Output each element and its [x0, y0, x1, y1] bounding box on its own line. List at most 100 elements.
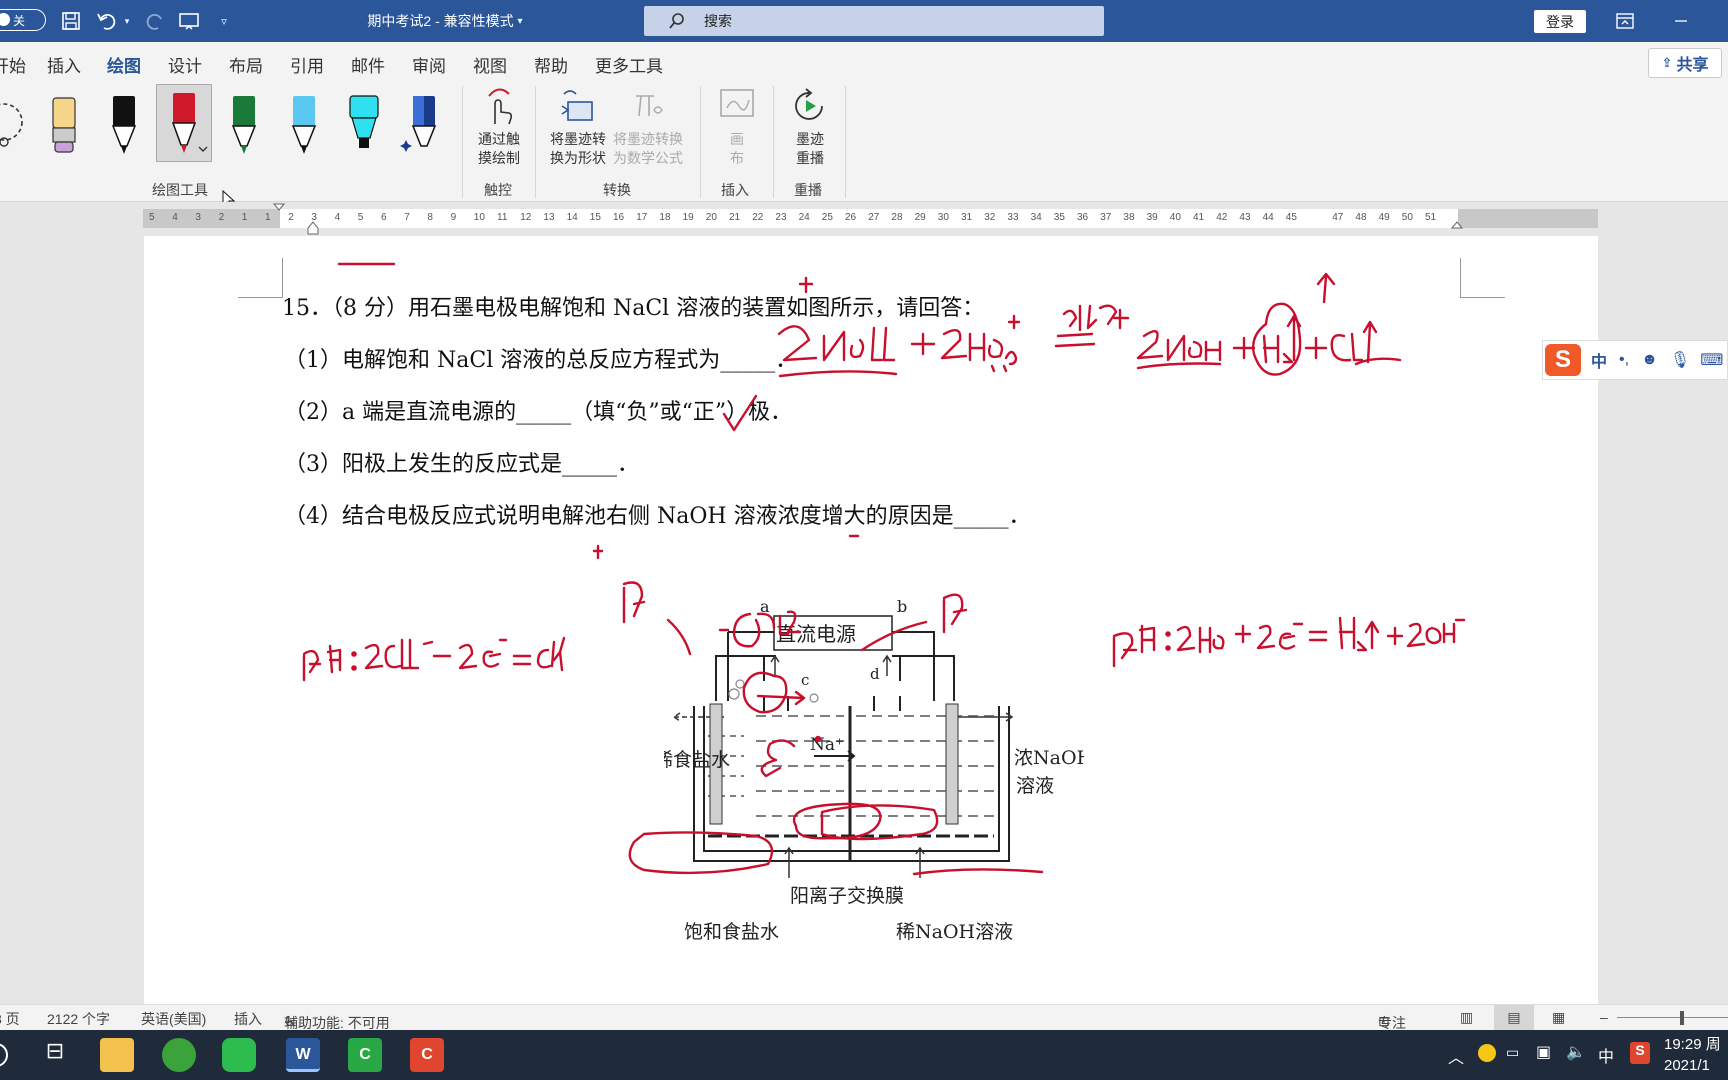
language-status[interactable]: 英语(美国): [141, 1009, 206, 1029]
ruler-number: 33: [1007, 212, 1019, 223]
canvas-icon: [700, 86, 774, 130]
ruler-number: 30: [937, 212, 949, 223]
share-label: 共享: [1676, 57, 1709, 74]
pen-red-selected-icon[interactable]: [156, 84, 212, 162]
ruler-number: 22: [752, 212, 764, 223]
ink-to-shape-button[interactable]: 将墨迹转换为形状: [542, 86, 614, 168]
present-icon[interactable]: [176, 0, 202, 42]
undo-icon[interactable]: [94, 0, 120, 42]
ime-emoji-icon[interactable]: ☻: [1641, 351, 1658, 369]
tab-review[interactable]: 审阅: [412, 52, 446, 77]
cortana-icon[interactable]: [0, 1043, 8, 1067]
autosave-toggle[interactable]: 关: [0, 9, 46, 31]
zoom-slider-thumb[interactable]: [1680, 1011, 1684, 1025]
title-dropdown-icon[interactable]: ▾: [518, 16, 523, 27]
search-icon: [668, 12, 686, 33]
ruler-number: 5: [357, 212, 364, 223]
highlighter-cyan-icon[interactable]: [340, 88, 388, 160]
insert-mode-status[interactable]: 插入: [234, 1009, 262, 1029]
camtasia-red-icon[interactable]: C: [410, 1038, 444, 1072]
ruler-number: 51: [1425, 212, 1437, 223]
tray-chevron-icon[interactable]: ︿: [1448, 1044, 1464, 1068]
draw-with-touch-button[interactable]: 通过触摸绘制: [463, 86, 535, 168]
ime-mode-label[interactable]: 中: [1591, 348, 1607, 372]
tab-help[interactable]: 帮助: [534, 52, 568, 77]
canvas-button[interactable]: 画布: [700, 86, 774, 168]
document-page[interactable]: 15．（8 分）用石墨电极电解饱和 NaCl 溶液的装置如图所示，请回答： （1…: [144, 236, 1598, 1004]
ink-replay-button[interactable]: 墨迹重播: [773, 86, 847, 168]
camtasia-green-icon[interactable]: C: [348, 1038, 382, 1072]
pen-green-icon[interactable]: [220, 88, 268, 160]
volume-icon[interactable]: 🔈: [1566, 1042, 1586, 1062]
wechat-icon[interactable]: [222, 1038, 256, 1072]
zoom-out-icon[interactable]: –: [1600, 1009, 1608, 1025]
login-button[interactable]: 登录: [1534, 10, 1586, 33]
ruler-number: 31: [961, 212, 973, 223]
right-indent-marker-icon[interactable]: [1450, 221, 1464, 232]
ruler-number: 13: [543, 212, 555, 223]
ruler-number: 5: [149, 212, 155, 223]
tab-design[interactable]: 设计: [168, 52, 202, 77]
word-window: 关 ▾ ▿ 期中考试2 - 兼容性模式 ▾ 搜索 登录 开始 插入 绘图 设计 …: [0, 0, 1728, 1080]
undo-dropdown-icon[interactable]: ▾: [120, 0, 134, 42]
tab-home[interactable]: 开始: [0, 52, 26, 77]
redo-icon[interactable]: [142, 0, 168, 42]
galaxy-pen-icon[interactable]: [398, 88, 446, 160]
sogou-tray-icon[interactable]: S: [1630, 1042, 1650, 1064]
ribbon: 绘图工具 通过触摸绘制 触控 将墨迹转换为形状 将墨迹转换为数学公式 转换 画布…: [0, 80, 1728, 210]
highlighter-pink-icon[interactable]: [40, 88, 88, 160]
ime-toolbar[interactable]: S 中 •, ☻ 🎙 ⌨: [1542, 340, 1728, 380]
task-view-icon[interactable]: ⊟: [38, 1038, 72, 1072]
tab-view[interactable]: 视图: [473, 52, 507, 77]
tab-insert[interactable]: 插入: [47, 52, 81, 77]
minimize-icon[interactable]: [1668, 0, 1694, 42]
ime-punctuation-icon[interactable]: •,: [1619, 351, 1629, 369]
ruler-left-margin: [143, 209, 280, 228]
battery-icon[interactable]: ▭: [1506, 1044, 1519, 1061]
title-bar: 关 ▾ ▿ 期中考试2 - 兼容性模式 ▾ 搜索 登录: [0, 0, 1728, 42]
network-icon[interactable]: ▣: [1536, 1042, 1551, 1062]
windows-taskbar: ⊟ W C C ︿ ▭ ▣ 🔈 中 S 19:29 周 2021/1: [0, 1030, 1728, 1080]
ime-microphone-icon[interactable]: 🎙: [1670, 350, 1690, 370]
horizontal-ruler[interactable]: 5 4 3 2 1 1 2 3 4 5 6 7 8 9 10 11 12 13 14 15 16 17 18 19 20 21 22…: [143, 203, 1598, 235]
ruler-number: 21: [729, 212, 741, 223]
word-taskbar-icon[interactable]: W: [286, 1038, 320, 1072]
file-explorer-icon[interactable]: [100, 1038, 134, 1072]
zoom-slider[interactable]: [1617, 1017, 1728, 1018]
page-count[interactable]: 3 页: [0, 1009, 20, 1029]
share-button[interactable]: ⇪ 共享: [1648, 48, 1722, 78]
tab-layout[interactable]: 布局: [229, 52, 263, 77]
web-layout-icon[interactable]: ▦: [1552, 1009, 1565, 1026]
save-icon[interactable]: [58, 0, 84, 42]
taskbar-ime-indicator[interactable]: 中: [1598, 1043, 1614, 1067]
tab-mailings[interactable]: 邮件: [351, 52, 385, 77]
autosave-label: 关: [13, 13, 26, 28]
tab-draw[interactable]: 绘图: [107, 52, 141, 83]
ime-keyboard-icon[interactable]: ⌨: [1700, 350, 1723, 370]
search-box[interactable]: 搜索: [644, 6, 1104, 36]
tray-app-icon[interactable]: [1478, 1044, 1496, 1062]
ruler-number: 45: [1285, 212, 1297, 223]
ruler-number: 8: [427, 212, 433, 223]
ink-to-math-button[interactable]: 将墨迹转换为数学公式: [612, 86, 684, 168]
print-layout-icon[interactable]: ▤: [1494, 1005, 1534, 1030]
ink-to-shape-icon: [542, 86, 614, 130]
pen-black-icon[interactable]: [100, 88, 148, 160]
lasso-select-icon[interactable]: [0, 88, 30, 160]
tab-more-tools[interactable]: 更多工具: [595, 52, 663, 77]
customize-qat-icon[interactable]: ▿: [214, 0, 234, 42]
tab-references[interactable]: 引用: [290, 52, 324, 77]
ribbon-display-icon[interactable]: [1612, 0, 1638, 42]
browser-icon[interactable]: [162, 1038, 196, 1072]
pencil-blue-icon[interactable]: [280, 88, 328, 160]
ruler-number: 4: [334, 212, 341, 223]
ribbon-separator: [845, 86, 846, 198]
ink-replay-label: 墨迹重播: [796, 131, 824, 166]
ruler-number: 2: [218, 212, 225, 223]
word-count[interactable]: 2122 个字: [47, 1009, 110, 1029]
system-clock[interactable]: 19:29 周 2021/1: [1664, 1034, 1721, 1076]
group-label-touch: 触控: [484, 182, 512, 198]
first-line-indent-marker-icon[interactable]: [272, 203, 286, 214]
ink-annotations[interactable]: [144, 236, 1598, 1004]
read-mode-icon[interactable]: ▥: [1460, 1009, 1473, 1026]
